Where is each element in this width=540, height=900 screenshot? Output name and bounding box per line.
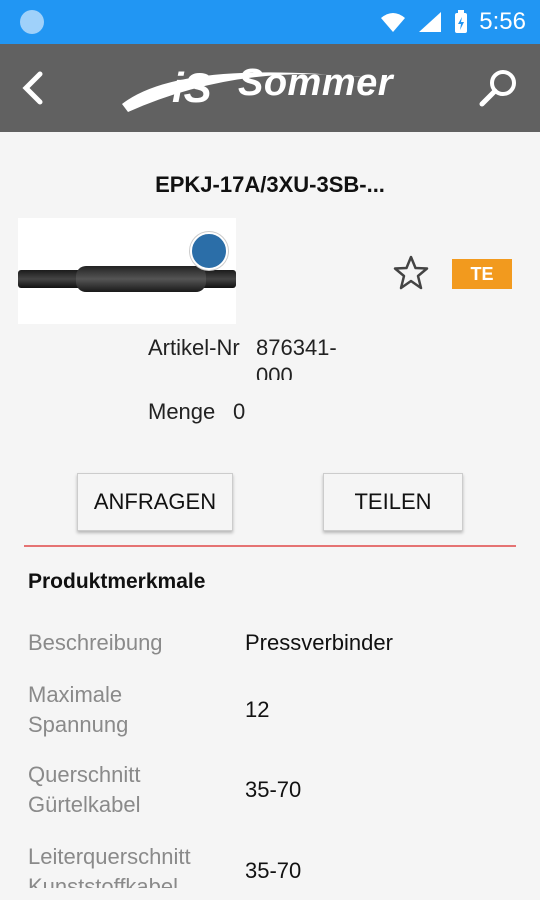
feature-label: Beschreibung <box>28 630 163 655</box>
menge-value: 0 <box>233 399 246 424</box>
menge-label: Menge <box>148 399 216 424</box>
feature-label: Maximale Spannung <box>28 682 129 737</box>
product-detail: EPKJ-17A/3XU-3SB-... TE Artikel-Nr 87634… <box>0 132 540 900</box>
feature-value: 12 <box>245 697 270 722</box>
product-title: EPKJ-17A/3XU-3SB-... <box>155 172 385 197</box>
brand-prefix: iS <box>172 64 212 111</box>
section-title: Produktmerkmale <box>28 570 206 593</box>
request-button[interactable]: ANFRAGEN <box>77 473 233 531</box>
status-bar: 5:56 <box>0 0 540 44</box>
artikel-value: 876341-000 <box>256 335 337 380</box>
notification-icon <box>20 10 44 34</box>
status-time: 5:56 <box>479 8 526 35</box>
wifi-icon <box>381 13 406 32</box>
te-brand-badge: TE <box>452 259 512 289</box>
feature-label: Querschnitt Gürtelkabel <box>28 762 141 817</box>
battery-icon <box>455 10 468 33</box>
brand-name: Sommer <box>238 62 394 104</box>
favorite-star-icon[interactable] <box>392 254 430 292</box>
app-logo: iS Sommer <box>120 54 420 124</box>
feature-value: Pressverbinder <box>245 630 393 655</box>
signal-icon <box>419 12 442 32</box>
section-divider <box>24 545 516 547</box>
manufacturer-mark-icon <box>190 232 228 270</box>
search-icon[interactable] <box>476 66 520 110</box>
status-icons: 5:56 <box>379 6 526 38</box>
product-image <box>18 218 236 324</box>
feature-label: Leiterquerschnitt Kunststoffkabel <box>28 844 191 888</box>
artikel-label: Artikel-Nr <box>148 335 240 360</box>
feature-value: 35-70 <box>245 777 302 802</box>
feature-value: 35-70 <box>245 858 302 883</box>
app-bar: iS Sommer <box>0 44 540 132</box>
back-icon[interactable] <box>14 64 54 112</box>
share-button[interactable]: TEILEN <box>323 473 463 531</box>
joint-shape <box>76 266 206 292</box>
